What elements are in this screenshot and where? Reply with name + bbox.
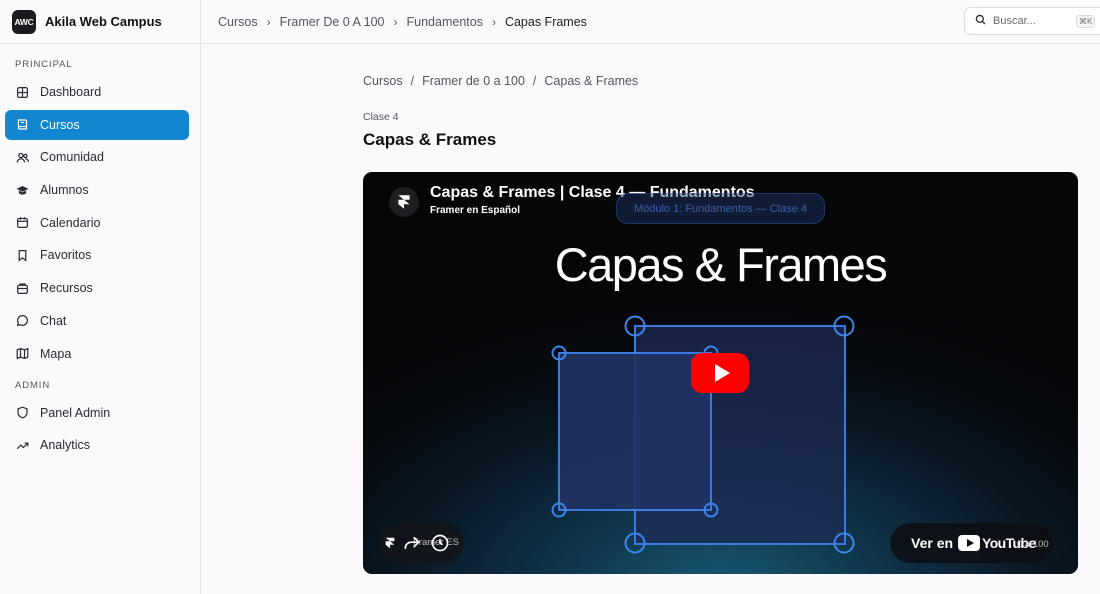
topbar: Cursos › Framer De 0 A 100 › Fundamentos… <box>201 0 1100 44</box>
thumbnail-headline: Capas & Frames <box>554 238 888 291</box>
nav-admin: Panel Admin Analytics <box>0 398 200 461</box>
sidebar-item-label: Analytics <box>40 438 91 453</box>
lesson-number: Clase 4 <box>363 111 399 123</box>
nav-principal: Dashboard Cursos Comunidad Alumnos Calen… <box>0 77 200 369</box>
dashboard-icon <box>15 85 29 99</box>
sidebar-item-panel-admin[interactable]: Panel Admin <box>5 398 189 428</box>
framer-logo-icon <box>398 195 410 209</box>
search-shortcut: ⌘K <box>1076 14 1096 28</box>
sidebar-item-dashboard[interactable]: Dashboard <box>5 77 189 107</box>
content-breadcrumb: Cursos / Framer de 0 a 100 / Capas & Fra… <box>363 74 638 88</box>
watch-on-label: Ver en <box>911 535 954 551</box>
channel-avatar[interactable] <box>389 187 419 217</box>
shield-icon <box>15 406 29 420</box>
brand-name: Akila Web Campus <box>45 14 162 29</box>
share-icon <box>404 536 420 549</box>
sidebar-item-label: Chat <box>40 313 67 328</box>
breadcrumb-current: Capas & Frames <box>544 74 639 88</box>
sidebar-item-calendario[interactable]: Calendario <box>5 208 189 238</box>
channel-name[interactable]: Framer en Español <box>430 205 520 216</box>
sidebar-item-comunidad[interactable]: Comunidad <box>5 142 189 172</box>
package-icon <box>15 281 29 295</box>
page-title: Capas & Frames <box>363 130 497 149</box>
sidebar-item-label: Calendario <box>40 215 101 230</box>
section-label-principal: PRINCIPAL <box>15 59 73 70</box>
framer-logo-icon <box>382 535 398 551</box>
breadcrumb-link[interactable]: Fundamentos <box>407 15 483 29</box>
breadcrumb-link[interactable]: Framer de 0 a 100 <box>422 74 525 88</box>
play-button[interactable] <box>691 353 749 393</box>
sidebar-item-cursos[interactable]: Cursos <box>5 109 189 140</box>
sidebar-item-label: Alumnos <box>40 183 89 198</box>
chevron-right-icon: › <box>266 14 271 29</box>
users-icon <box>15 150 29 164</box>
breadcrumb-link[interactable]: Framer De 0 A 100 <box>280 15 385 29</box>
calendar-icon <box>15 216 29 230</box>
sidebar-item-alumnos[interactable]: Alumnos <box>5 175 189 205</box>
sidebar-item-label: Recursos <box>40 281 93 296</box>
clock-icon <box>431 534 449 552</box>
sidebar-item-analytics[interactable]: Analytics <box>5 430 189 460</box>
sidebar-item-label: Mapa <box>40 346 72 361</box>
breadcrumb-separator: / <box>532 74 537 88</box>
bookmark-icon <box>15 248 29 262</box>
sidebar-item-label: Dashboard <box>40 85 102 99</box>
search-box[interactable]: ⌘K <box>964 7 1100 35</box>
chevron-right-icon: › <box>491 14 496 29</box>
book-icon <box>15 118 29 132</box>
top-breadcrumb: Cursos › Framer De 0 A 100 › Fundamentos… <box>201 15 587 29</box>
brand-logo: AWC <box>12 9 36 34</box>
video-player[interactable]: Capas & Frames | Clase 4 — Fundamentos F… <box>363 172 1078 574</box>
watermark-text: 0 a 100 <box>1017 539 1049 550</box>
trending-up-icon <box>15 438 29 452</box>
play-icon <box>714 364 730 382</box>
breadcrumb-link[interactable]: Cursos <box>363 74 403 88</box>
sidebar-item-mapa[interactable]: Mapa <box>5 339 189 369</box>
sidebar-item-label: Comunidad <box>40 150 104 165</box>
youtube-icon <box>958 535 981 551</box>
breadcrumb-separator: / <box>410 74 415 88</box>
module-pill: Módulo 1: Fundamentos — Clase 4 <box>616 193 825 224</box>
share-button[interactable] <box>398 529 426 557</box>
map-icon <box>15 347 29 361</box>
sidebar-item-label: Cursos <box>40 117 80 132</box>
section-label-admin: ADMIN <box>15 379 51 391</box>
breadcrumb-link[interactable]: Cursos <box>218 15 258 29</box>
sidebar-item-recursos[interactable]: Recursos <box>5 273 189 303</box>
search-input[interactable] <box>993 15 1073 27</box>
graduation-cap-icon <box>15 183 29 197</box>
video-controls-left: Framer ES <box>380 523 464 563</box>
breadcrumb-current: Capas Frames <box>504 14 587 29</box>
search-icon <box>975 12 986 30</box>
sidebar: AWC Akila Web Campus PRINCIPAL Dashboard… <box>0 0 201 594</box>
sidebar-item-label: Favoritos <box>40 248 92 263</box>
brand[interactable]: AWC Akila Web Campus <box>0 0 200 44</box>
sidebar-item-chat[interactable]: Chat <box>5 306 189 336</box>
chat-icon <box>15 314 29 328</box>
chevron-right-icon: › <box>393 14 398 29</box>
sidebar-item-favoritos[interactable]: Favoritos <box>5 240 189 270</box>
watch-later-button[interactable] <box>426 529 454 557</box>
sidebar-item-label: Panel Admin <box>40 405 111 420</box>
